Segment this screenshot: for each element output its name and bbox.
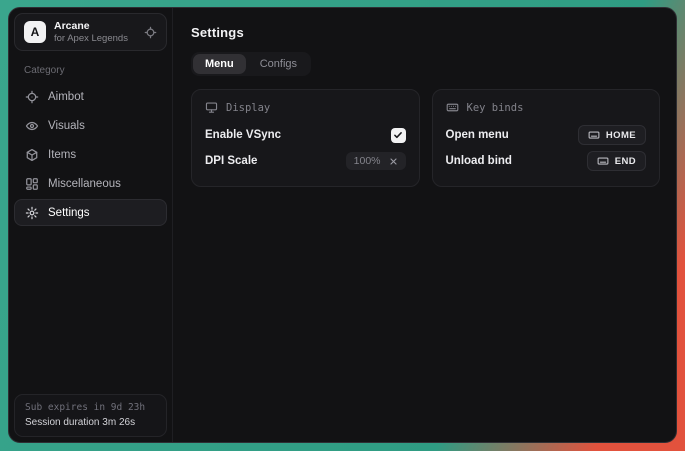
keybinds-card-title: Key binds	[467, 102, 524, 114]
keybinds-card: Key binds Open menu HOME	[432, 89, 661, 187]
monitor-icon	[205, 101, 218, 114]
open-menu-keybind-button[interactable]: HOME	[578, 125, 646, 145]
session-duration-text: Session duration 3m 26s	[25, 417, 156, 428]
brand-card: A Arcane for Apex Legends	[14, 13, 167, 51]
sidebar-item-visuals[interactable]: Visuals	[14, 112, 167, 139]
sidebar: A Arcane for Apex Legends Category	[9, 8, 173, 442]
sidebar-item-label: Items	[48, 149, 76, 161]
open-menu-label: Open menu	[446, 129, 509, 141]
brand-logo-letter: A	[31, 25, 40, 39]
cube-icon	[25, 148, 39, 162]
dpi-scale-input[interactable]: 100%	[346, 152, 406, 170]
keyboard-icon	[597, 155, 609, 167]
vsync-checkbox[interactable]	[391, 128, 406, 143]
sidebar-item-label: Miscellaneous	[48, 178, 121, 190]
sidebar-item-miscellaneous[interactable]: Miscellaneous	[14, 170, 167, 197]
main-content: Settings Menu Configs Display	[173, 8, 676, 442]
brand-logo: A	[24, 21, 46, 43]
layout-grid-icon	[25, 177, 39, 191]
sidebar-item-aimbot[interactable]: Aimbot	[14, 83, 167, 110]
crosshair-icon	[25, 90, 39, 104]
settings-cards: Display Enable VSync DPI Scale 100%	[191, 89, 660, 187]
tab-configs[interactable]: Configs	[248, 54, 309, 74]
sidebar-item-settings[interactable]: Settings	[14, 199, 167, 226]
unload-keybind-button[interactable]: END	[587, 151, 646, 171]
unload-bind-label: Unload bind	[446, 155, 512, 167]
sidebar-nav: Aimbot Visuals Items	[14, 83, 167, 226]
unload-bind-row: Unload bind END	[446, 149, 647, 173]
category-label: Category	[24, 65, 167, 76]
brand-subtitle: for Apex Legends	[54, 33, 128, 44]
dpi-value: 100%	[354, 155, 381, 167]
brand-text: Arcane for Apex Legends	[54, 20, 128, 44]
open-menu-keybind-value: HOME	[606, 130, 636, 141]
gear-icon	[25, 206, 39, 220]
dpi-row: DPI Scale 100%	[205, 149, 406, 173]
sub-expires-text: Sub expires in 9d 23h	[25, 402, 156, 413]
sidebar-item-items[interactable]: Items	[14, 141, 167, 168]
tab-bar: Menu Configs	[191, 52, 311, 76]
clear-icon[interactable]	[389, 157, 398, 166]
subscription-card: Sub expires in 9d 23h Session duration 3…	[14, 394, 167, 437]
sidebar-item-label: Visuals	[48, 120, 85, 132]
sidebar-item-label: Aimbot	[48, 91, 84, 103]
open-menu-row: Open menu HOME	[446, 123, 647, 147]
display-card: Display Enable VSync DPI Scale 100%	[191, 89, 420, 187]
vsync-row: Enable VSync	[205, 123, 406, 147]
display-card-title: Display	[226, 102, 270, 114]
brand-title: Arcane	[54, 20, 128, 32]
sidebar-item-label: Settings	[48, 207, 90, 219]
page-title: Settings	[191, 25, 660, 40]
vsync-label: Enable VSync	[205, 129, 281, 141]
keyboard-icon	[588, 129, 600, 141]
check-icon	[393, 130, 403, 140]
eye-icon	[25, 119, 39, 133]
crosshair-badge-icon	[144, 26, 157, 39]
dpi-label: DPI Scale	[205, 155, 257, 167]
sidebar-footer: Sub expires in 9d 23h Session duration 3…	[14, 394, 167, 437]
display-card-header: Display	[205, 101, 406, 114]
app-window: A Arcane for Apex Legends Category	[8, 7, 677, 443]
tab-menu[interactable]: Menu	[193, 54, 246, 74]
keybinds-card-header: Key binds	[446, 101, 647, 114]
unload-keybind-value: END	[615, 156, 636, 167]
keyboard-icon	[446, 101, 459, 114]
